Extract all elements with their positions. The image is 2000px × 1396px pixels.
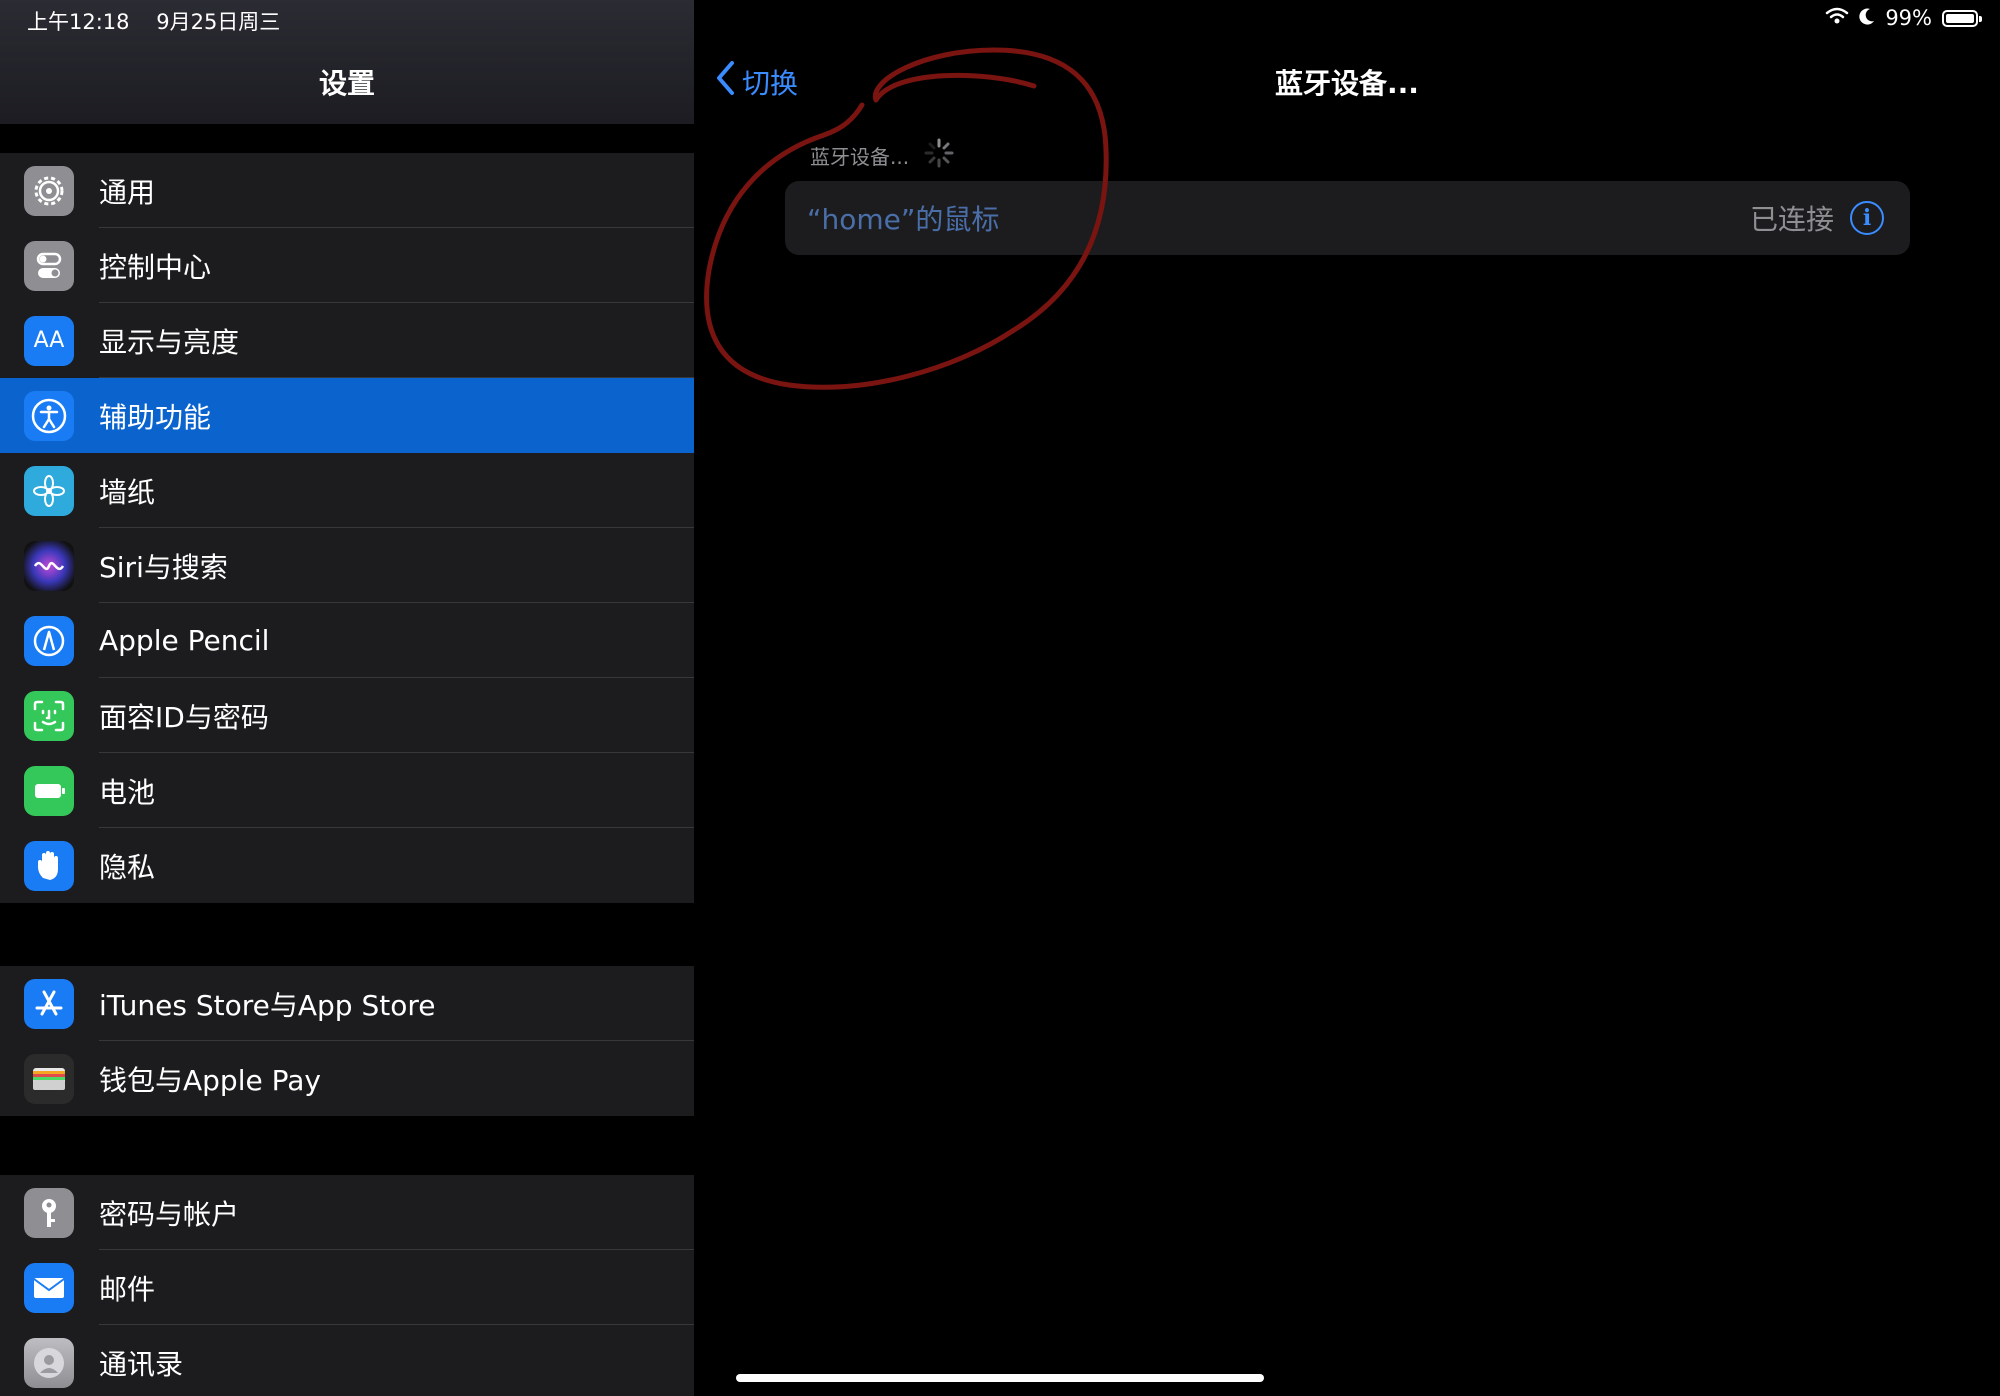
settings-group-3: 密码与帐户 邮件 通讯录 — [0, 1175, 694, 1396]
mail-icon — [24, 1262, 74, 1313]
sidebar-item-contacts[interactable]: 通讯录 — [0, 1325, 694, 1396]
sidebar-item-label: 隐私 — [99, 850, 156, 884]
detail-pane: 99% 切换 蓝牙设备... 蓝牙设备... “home”的鼠标 已连接 i — [694, 0, 2000, 1396]
sidebar-item-label: 电池 — [99, 775, 156, 809]
face-id-icon — [24, 690, 74, 741]
page-title: 蓝牙设备... — [1275, 67, 1419, 100]
sidebar-item-mail[interactable]: 邮件 — [0, 1250, 694, 1325]
accessibility-icon — [24, 390, 74, 441]
text-size-icon: AA — [24, 315, 74, 366]
moon-icon — [1859, 6, 1875, 30]
sidebar-item-control-center[interactable]: 控制中心 — [0, 228, 694, 303]
sidebar-item-general[interactable]: 通用 — [0, 153, 694, 228]
sidebar-item-battery[interactable]: 电池 — [0, 753, 694, 828]
status-bar-left: 上午12:18 9月25日周三 — [27, 6, 300, 36]
device-row[interactable]: “home”的鼠标 已连接 i — [785, 181, 1910, 255]
key-icon — [24, 1187, 74, 1238]
sidebar-item-label: iTunes Store与App Store — [99, 988, 436, 1022]
sidebar-item-label: 控制中心 — [99, 250, 212, 284]
sidebar-item-label: 辅助功能 — [99, 400, 212, 434]
sidebar-item-label: 密码与帐户 — [99, 1197, 240, 1231]
sidebar-item-siri-search[interactable]: Siri与搜索 — [0, 528, 694, 603]
text-size-icon-glyph: AA — [33, 328, 65, 353]
sidebar-item-face-id-passcode[interactable]: 面容ID与密码 — [0, 678, 694, 753]
status-battery-icon — [1942, 9, 1982, 27]
sidebar-item-wallpaper[interactable]: 墙纸 — [0, 453, 694, 528]
sidebar-item-label: 墙纸 — [99, 475, 156, 509]
device-status: 已连接 — [1749, 203, 1834, 236]
status-bar-right: 99% — [1825, 6, 1982, 30]
sidebar-item-label: Siri与搜索 — [99, 550, 228, 584]
home-indicator[interactable] — [736, 1374, 1264, 1382]
sidebar-item-label: 钱包与Apple Pay — [99, 1063, 321, 1097]
wallet-icon — [24, 1053, 74, 1104]
device-name: “home”的鼠标 — [807, 203, 1000, 236]
section-header: 蓝牙设备... — [810, 137, 955, 174]
settings-sidebar: 上午12:18 9月25日周三 设置 通用 控制中心 AA 显示与亮度 辅助功能… — [0, 0, 694, 1396]
sidebar-item-label: Apple Pencil — [99, 624, 270, 657]
sidebar-item-accessibility[interactable]: 辅助功能 — [0, 378, 694, 453]
sidebar-item-wallet-apple-pay[interactable]: 钱包与Apple Pay — [0, 1041, 694, 1116]
sidebar-item-label: 通讯录 — [99, 1347, 184, 1381]
sidebar-header: 上午12:18 9月25日周三 设置 — [0, 0, 694, 124]
siri-icon — [24, 540, 74, 591]
app-store-icon — [24, 978, 74, 1029]
sidebar-item-itunes-app-store[interactable]: iTunes Store与App Store — [0, 966, 694, 1041]
wifi-icon — [1825, 6, 1849, 30]
sidebar-item-label: 通用 — [99, 175, 156, 209]
sidebar-item-display-brightness[interactable]: AA 显示与亮度 — [0, 303, 694, 378]
pencil-icon — [24, 615, 74, 666]
hand-icon — [24, 840, 74, 891]
toggles-icon — [24, 240, 74, 291]
gear-icon — [24, 165, 74, 216]
sidebar-item-label: 面容ID与密码 — [99, 700, 269, 734]
contacts-icon — [24, 1337, 74, 1388]
status-date: 9月25日周三 — [156, 10, 281, 34]
flower-icon — [24, 465, 74, 516]
sidebar-item-label: 显示与亮度 — [99, 325, 240, 359]
settings-group-1: 通用 控制中心 AA 显示与亮度 辅助功能 墙纸 Siri与搜索 Apple P… — [0, 153, 694, 903]
sidebar-item-apple-pencil[interactable]: Apple Pencil — [0, 603, 694, 678]
battery-icon — [24, 765, 74, 816]
battery-percent: 99% — [1885, 6, 1932, 30]
sidebar-item-label: 邮件 — [99, 1272, 156, 1306]
status-time: 上午12:18 — [27, 10, 130, 34]
settings-group-2: iTunes Store与App Store 钱包与Apple Pay — [0, 966, 694, 1116]
spinner-icon — [923, 137, 955, 174]
section-header-label: 蓝牙设备... — [810, 145, 910, 169]
sidebar-item-privacy[interactable]: 隐私 — [0, 828, 694, 903]
sidebar-title: 设置 — [318, 67, 375, 100]
info-icon[interactable]: i — [1850, 201, 1884, 235]
sidebar-item-passwords-accounts[interactable]: 密码与帐户 — [0, 1175, 694, 1250]
